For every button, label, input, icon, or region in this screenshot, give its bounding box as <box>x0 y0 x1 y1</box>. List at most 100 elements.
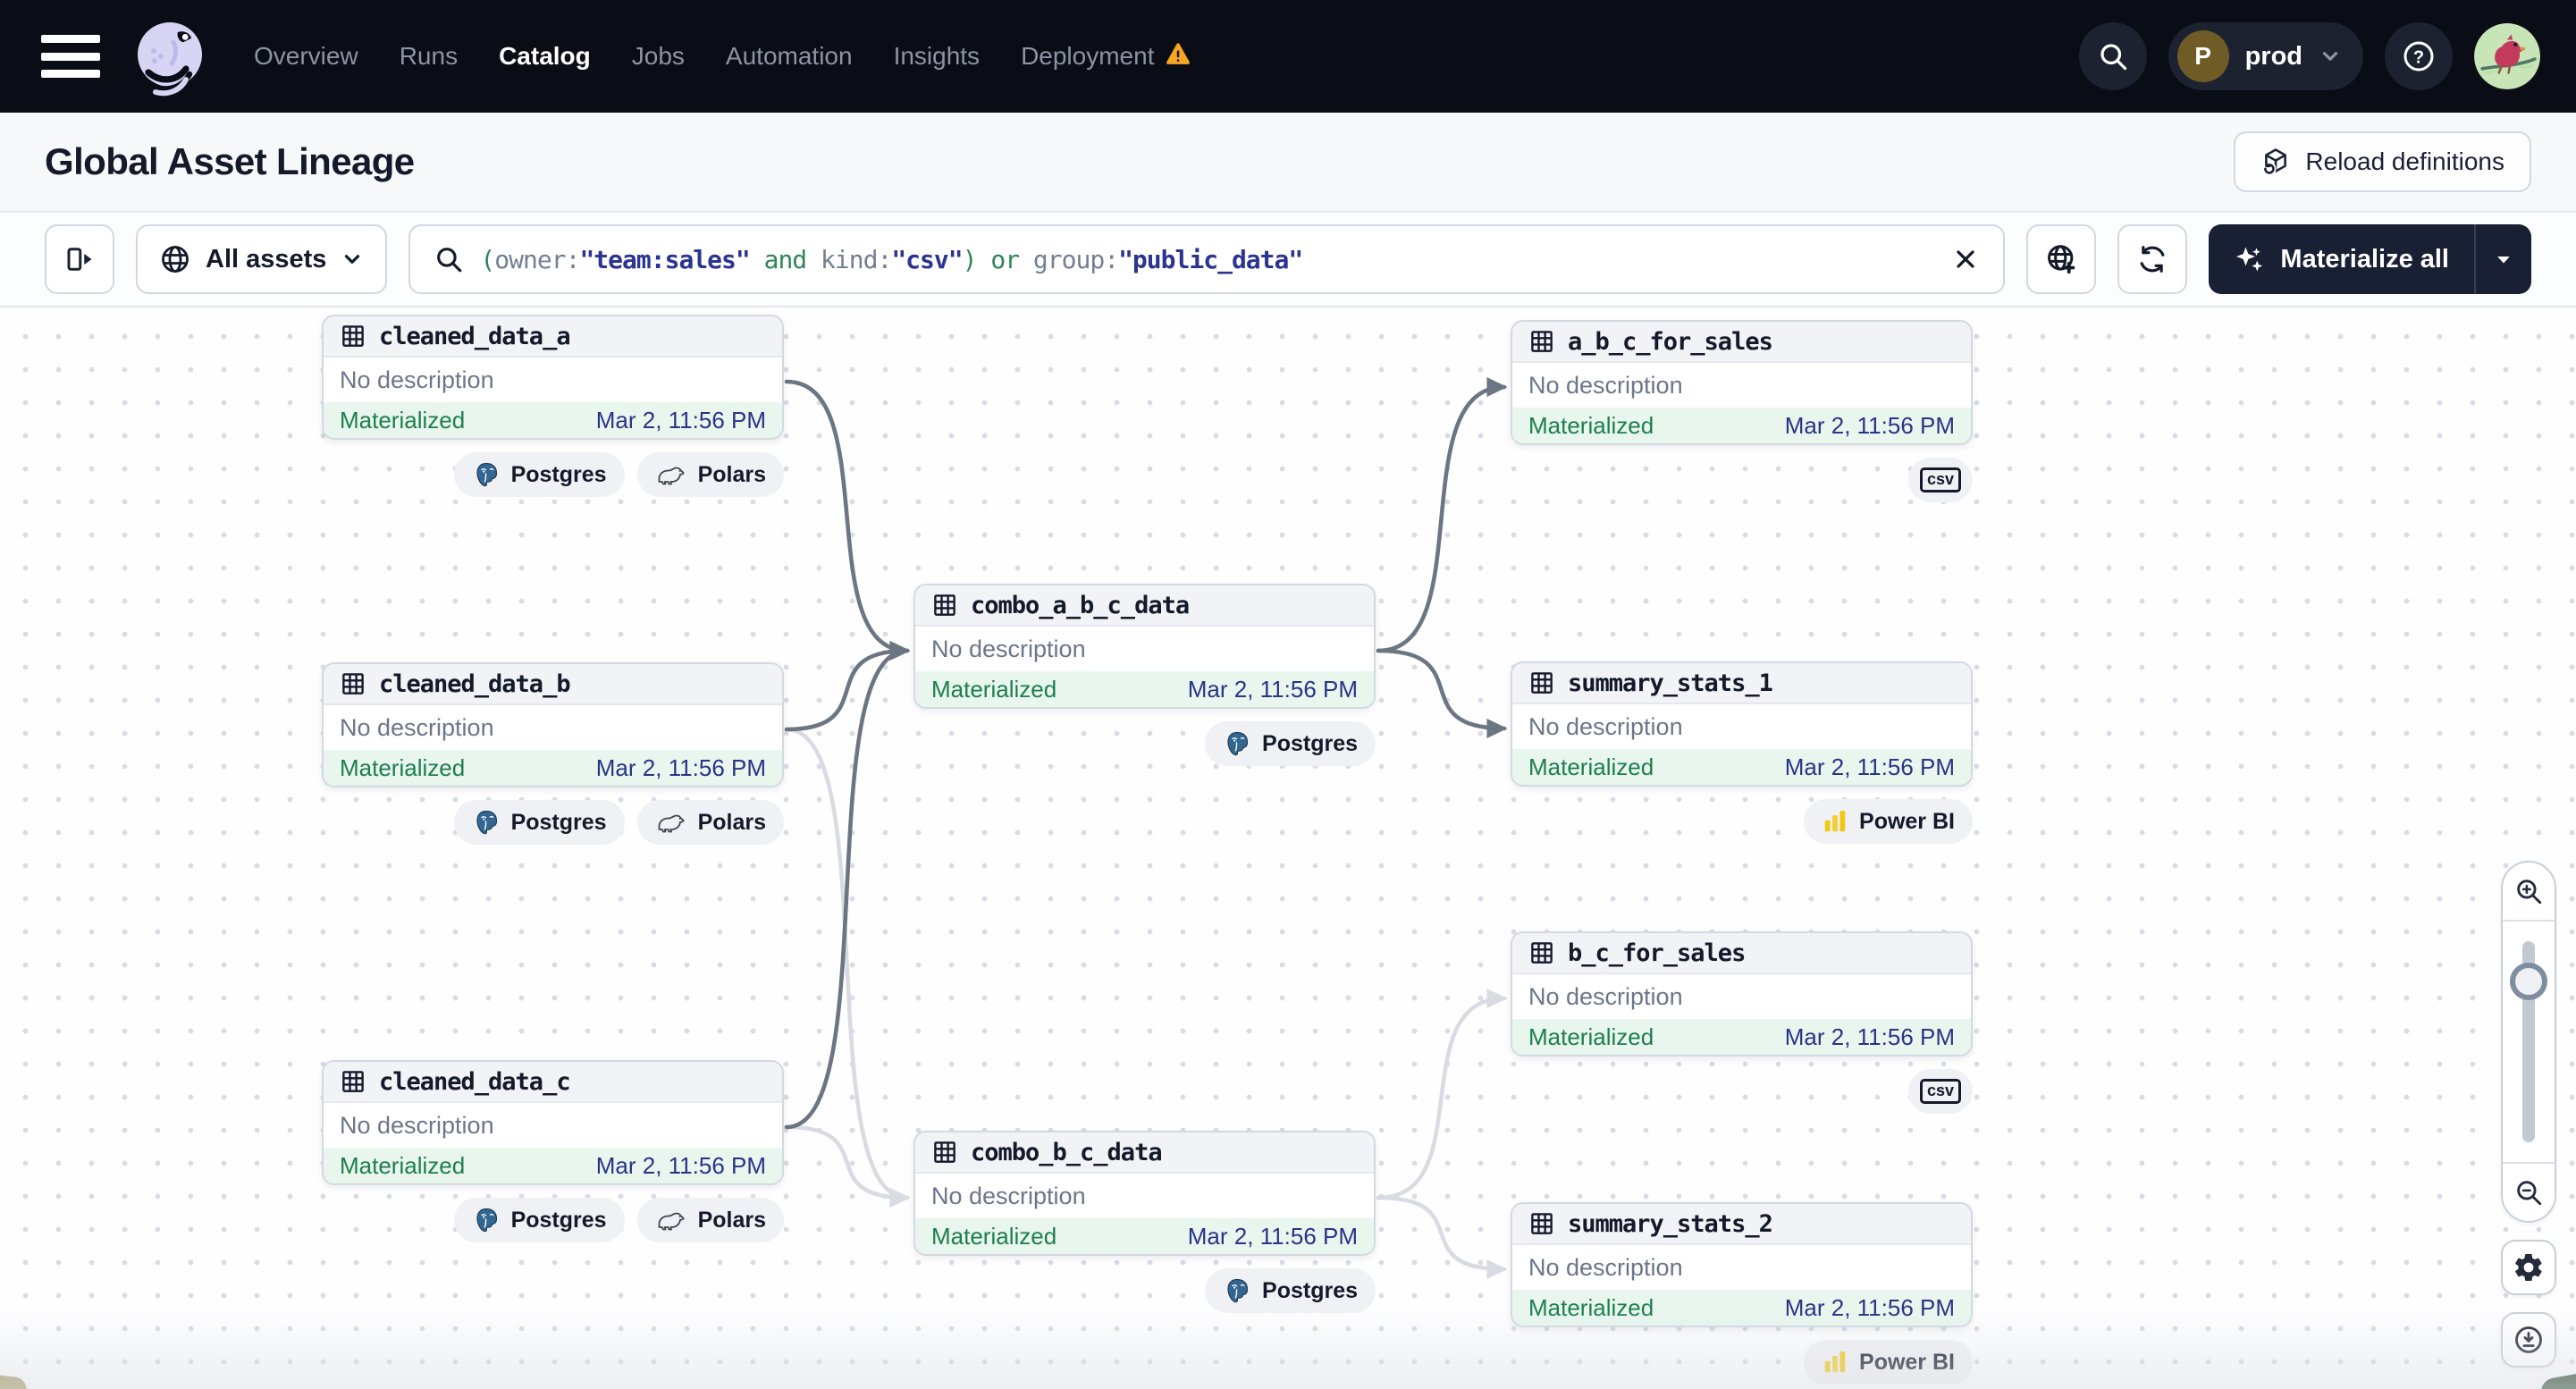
materialization-timestamp[interactable]: Mar 2, 11:56 PM <box>596 1152 766 1180</box>
query-token: kind: <box>821 244 892 274</box>
kind-tag-power-bi[interactable]: Power BI <box>1804 799 1973 844</box>
asset-node-header: summary_stats_2 <box>1512 1204 1971 1245</box>
lineage-canvas[interactable]: cleaned_data_a No description Materialized… <box>0 307 2576 1389</box>
status-badge[interactable]: Materialized <box>931 676 1056 703</box>
nav-item-automation[interactable]: Automation <box>726 42 853 71</box>
search-query-text[interactable]: (owner:"team:sales" and kind:"csv") or g… <box>480 245 1935 274</box>
query-token: "public_data" <box>1118 244 1303 274</box>
kind-tag-polars[interactable]: Polars <box>636 800 784 845</box>
asset-status-row: Materialized Mar 2, 11:56 PM <box>1512 1290 1971 1326</box>
kind-tag-polars[interactable]: Polars <box>636 452 784 497</box>
environment-initial-badge: P <box>2176 30 2229 82</box>
nav-item-deployment[interactable]: Deployment <box>1021 40 1191 73</box>
materialization-timestamp[interactable]: Mar 2, 11:56 PM <box>1188 676 1358 703</box>
query-token: "team:sales" <box>579 244 750 274</box>
postgres-icon <box>476 810 497 835</box>
asset-node-cleaned_data_a[interactable]: cleaned_data_a No description Materialized… <box>322 315 784 440</box>
asset-status-row: Materialized Mar 2, 11:56 PM <box>915 671 1374 707</box>
download-image-button[interactable] <box>2501 1312 2556 1368</box>
kind-tag-csv[interactable]: csv <box>1907 458 1973 502</box>
asset-node-cleaned_data_c[interactable]: cleaned_data_c No description Materialized… <box>322 1060 784 1185</box>
csv-icon: csv <box>1919 1078 1961 1105</box>
nav-item-runs[interactable]: Runs <box>400 42 458 71</box>
asset-node-a_b_c_for_sales[interactable]: a_b_c_for_sales No description Materialize… <box>1511 320 1973 445</box>
kind-tag-label: Polars <box>697 809 766 835</box>
dagster-logo[interactable] <box>127 13 213 99</box>
materialization-timestamp[interactable]: Mar 2, 11:56 PM <box>1785 412 1955 440</box>
kind-tag-power-bi[interactable]: Power BI <box>1804 1340 1973 1385</box>
asset-node-header: summary_stats_1 <box>1512 663 1971 704</box>
nav-item-jobs[interactable]: Jobs <box>632 42 685 71</box>
kind-tag-postgres[interactable]: Postgres <box>453 1198 625 1242</box>
lineage-edge-combo_a_b_c_data-to-a_b_c_for_sales <box>1376 377 1508 653</box>
powerbi-icon <box>1824 1351 1846 1373</box>
status-badge[interactable]: Materialized <box>340 754 465 782</box>
hamburger-menu-icon[interactable] <box>41 35 100 78</box>
kind-tag-postgres[interactable]: Postgres <box>453 800 625 845</box>
materialization-timestamp[interactable]: Mar 2, 11:56 PM <box>1188 1223 1358 1250</box>
asset-status-row: Materialized Mar 2, 11:56 PM <box>1512 749 1971 785</box>
zoom-in-button[interactable] <box>2503 863 2555 922</box>
gear-icon <box>2515 1254 2542 1281</box>
materialize-options-caret[interactable] <box>2476 224 2531 294</box>
open-sidebar-button[interactable] <box>45 224 114 294</box>
lineage-edge-cleaned_data_b-to-combo_a_b_c_data <box>784 640 911 732</box>
kind-tag-polars[interactable]: Polars <box>636 1198 784 1242</box>
asset-node-combo_b_c_data[interactable]: combo_b_c_data No description Materialized… <box>913 1131 1376 1256</box>
status-badge[interactable]: Materialized <box>340 1152 465 1180</box>
asset-node-b_c_for_sales[interactable]: b_c_for_sales No description Materialized M… <box>1511 931 1973 1056</box>
materialization-timestamp[interactable]: Mar 2, 11:56 PM <box>1785 753 1955 781</box>
asset-status-row: Materialized Mar 2, 11:56 PM <box>324 750 782 786</box>
materialization-timestamp[interactable]: Mar 2, 11:56 PM <box>596 407 766 434</box>
refresh-button[interactable] <box>2117 224 2188 294</box>
kind-tag-postgres[interactable]: Postgres <box>1205 1268 1376 1313</box>
new-tab-button[interactable] <box>2026 224 2097 294</box>
query-token: "csv" <box>891 244 963 274</box>
lineage-edge-cleaned_data_c-to-combo_a_b_c_data <box>784 641 911 1130</box>
query-token: or <box>976 244 1033 274</box>
postgres-icon <box>476 462 497 487</box>
asset-node-combo_a_b_c_data[interactable]: combo_a_b_c_data No description Materializ… <box>913 584 1376 709</box>
asset-node-summary_stats_2[interactable]: summary_stats_2 No description Materialize… <box>1511 1202 1973 1327</box>
asset-name: a_b_c_for_sales <box>1568 327 1773 356</box>
reload-definitions-button[interactable]: Reload definitions <box>2234 131 2531 192</box>
lineage-edge-combo_b_c_data-to-b_c_for_sales <box>1376 988 1508 1200</box>
graph-settings-button[interactable] <box>2501 1240 2556 1295</box>
nav-item-overview[interactable]: Overview <box>254 42 358 71</box>
status-badge[interactable]: Materialized <box>1528 753 1654 781</box>
chevron-down-icon <box>2322 52 2338 61</box>
nav-item-insights[interactable]: Insights <box>894 42 981 71</box>
zoom-out-button[interactable] <box>2503 1162 2555 1221</box>
status-badge[interactable]: Materialized <box>1528 1294 1654 1322</box>
help-button[interactable]: ? <box>2385 22 2453 90</box>
asset-description: No description <box>1528 371 1683 399</box>
environment-name: prod <box>2244 41 2302 71</box>
status-badge[interactable]: Materialized <box>1528 1023 1654 1051</box>
asset-scope-dropdown[interactable]: All assets <box>136 224 388 294</box>
asset-search-input[interactable]: (owner:"team:sales" and kind:"csv") or g… <box>408 224 2006 294</box>
asset-node-cleaned_data_b[interactable]: cleaned_data_b No description Materialized… <box>322 662 784 787</box>
status-badge[interactable]: Materialized <box>1528 412 1654 440</box>
nav-item-catalog[interactable]: Catalog <box>499 42 591 71</box>
kind-tag-postgres[interactable]: Postgres <box>1205 721 1376 766</box>
kind-tag-postgres[interactable]: Postgres <box>453 452 625 497</box>
kind-tag-label: Power BI <box>1859 1349 1955 1375</box>
materialization-timestamp[interactable]: Mar 2, 11:56 PM <box>1785 1023 1955 1051</box>
materialization-timestamp[interactable]: Mar 2, 11:56 PM <box>596 754 766 782</box>
zoom-slider[interactable] <box>2503 922 2555 1162</box>
user-avatar[interactable] <box>2474 23 2540 89</box>
asset-name: cleaned_data_b <box>379 669 571 698</box>
clear-search-button[interactable] <box>1951 245 1980 274</box>
status-badge[interactable]: Materialized <box>931 1223 1056 1250</box>
materialization-timestamp[interactable]: Mar 2, 11:56 PM <box>1785 1294 1955 1322</box>
asset-node-summary_stats_1[interactable]: summary_stats_1 No description Materialize… <box>1511 661 1973 787</box>
status-badge[interactable]: Materialized <box>340 407 465 434</box>
environment-switcher[interactable]: P prod <box>2168 22 2363 90</box>
zoom-slider-handle[interactable] <box>2510 963 2547 1000</box>
asset-description: No description <box>1528 712 1683 740</box>
global-search-button[interactable] <box>2078 22 2147 90</box>
asset-tag-row: csv <box>1511 1069 1973 1114</box>
search-icon <box>437 248 462 273</box>
materialize-all-button[interactable]: Materialize all <box>2209 224 2474 294</box>
kind-tag-csv[interactable]: csv <box>1907 1069 1973 1114</box>
